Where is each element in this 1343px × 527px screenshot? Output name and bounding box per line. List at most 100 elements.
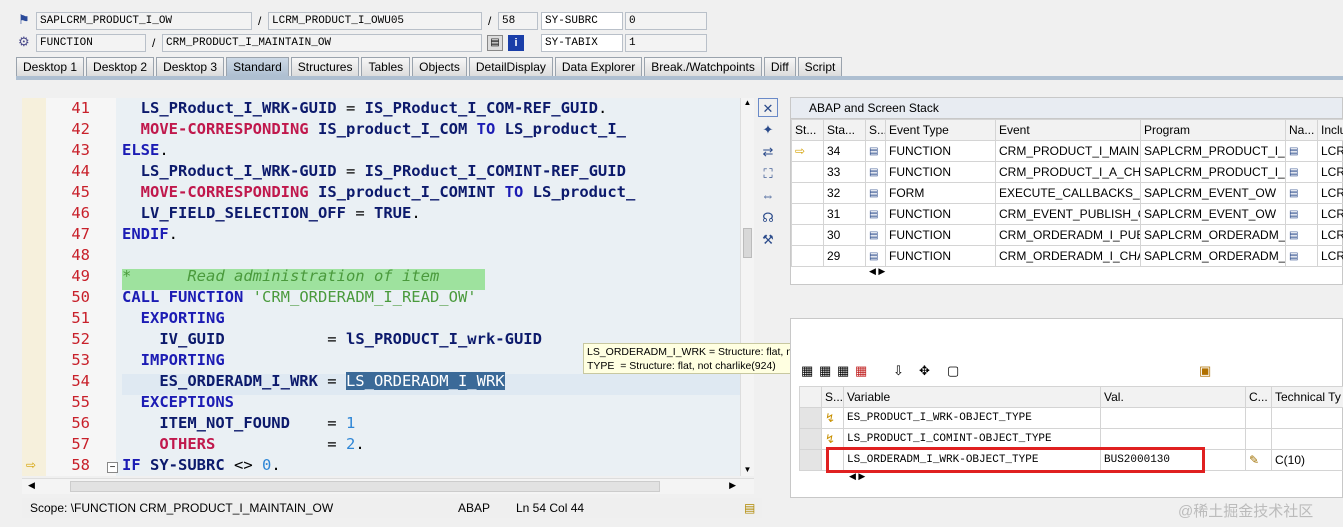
toolbar-icon[interactable]: ▦ [801, 363, 813, 379]
tab-standard[interactable]: Standard [226, 57, 289, 76]
tab-objects[interactable]: Objects [412, 57, 467, 76]
toolbar-icon[interactable]: ▦ [855, 363, 867, 379]
scroll-down-icon[interactable]: ▼ [741, 465, 754, 474]
code-text: ELSE. [122, 141, 169, 159]
event-type: FUNCTION [885, 161, 996, 183]
stack-column-header[interactable]: Event [995, 119, 1141, 141]
tab-diff[interactable]: Diff [763, 57, 796, 76]
selected-variable[interactable]: LS_ORDERADM_I_WRK [345, 372, 505, 390]
variable-row[interactable]: ↯ ES_PRODUCT_I_WRK-OBJECT_TYPE [799, 407, 1343, 429]
tab-break-watchpoints[interactable]: Break./Watchpoints [644, 57, 762, 76]
tab-structures[interactable]: Structures [290, 57, 360, 76]
navigate-icon[interactable]: ▤ [1285, 140, 1318, 162]
stack-row[interactable]: 31▤FUNCTIONCRM_EVENT_PUBLISH_O...SAPLCRM… [791, 203, 1343, 225]
tab-data-explorer[interactable]: Data Explorer [554, 57, 643, 76]
close-icon[interactable]: ✕ [758, 98, 778, 117]
stack-column-header[interactable]: Inclu [1317, 119, 1343, 141]
tab-desktop-1[interactable]: Desktop 1 [16, 57, 85, 76]
scroll-thumb[interactable] [743, 228, 752, 258]
stack-hscroll[interactable]: ◀ ▶ [869, 266, 979, 281]
toolbar-icon[interactable]: ✥ [919, 363, 930, 379]
variable-column-header[interactable]: Technical Ty [1271, 386, 1343, 408]
tab-detaildisplay[interactable]: DetailDisplay [468, 57, 553, 76]
stack-row[interactable]: ⇨ 34 ▤ FUNCTION CRM_PRODUCT_I_MAIN... SAPLCRM… [791, 140, 1343, 162]
variables-hscroll[interactable]: ◀ ▶ [849, 471, 979, 486]
scroll-right-icon[interactable]: ▶ [729, 480, 736, 491]
toolbar-icon[interactable]: ▢ [947, 363, 959, 379]
toolbar-icon[interactable]: ▦ [819, 363, 831, 379]
navigate-icon[interactable]: ▤ [1285, 245, 1318, 267]
collapse-icon[interactable]: − [107, 462, 118, 473]
code-text: ITEM_NOT_FOUND = 1 [159, 414, 356, 432]
stack-column-header[interactable]: S... [865, 119, 886, 141]
stack-column-header[interactable]: Sta... [823, 119, 866, 141]
navigate-icon[interactable]: ▤ [1285, 182, 1318, 204]
navigate-icon[interactable]: ▤ [1285, 203, 1318, 225]
event-name: EXECUTE_CALLBACKS_A... [995, 182, 1141, 204]
stack-table: St... Sta... S... Event Type Event Program Na.… [791, 119, 1343, 267]
stack-title: ABAP and Screen Stack [791, 98, 1342, 119]
line-field[interactable]: 58 [498, 12, 538, 30]
scroll-up-icon[interactable]: ▲ [741, 98, 754, 107]
stack-column-header[interactable]: Program [1140, 119, 1286, 141]
variable-column-header[interactable]: C... [1245, 386, 1272, 408]
event-name: CRM_EVENT_PUBLISH_O... [995, 203, 1141, 225]
tab-desktop-3[interactable]: Desktop 3 [156, 57, 225, 76]
variable-value[interactable] [1100, 407, 1246, 429]
row-selector[interactable] [799, 428, 822, 450]
source-icon[interactable]: ▤ [487, 35, 503, 51]
info-icon[interactable]: i [508, 35, 524, 51]
include-field[interactable]: LCRM_PRODUCT_I_OWU05 [268, 12, 482, 30]
stack-row[interactable]: 29 ▤ FUNCTION CRM_ORDERADM_I_CHA... SAPLCRM_… [791, 245, 1343, 267]
new-tool-icon[interactable]: ✦ [758, 120, 778, 139]
code-editor[interactable]: 41 LS_PRoduct_I_WRK-GUID = IS_PRoduct_I_… [22, 98, 740, 476]
stack-column-header[interactable]: Na... [1285, 119, 1318, 141]
stack-row[interactable]: 33 ▤ FUNCTION CRM_PRODUCT_I_A_CH... SAPLCRM_… [791, 161, 1343, 183]
save-icon[interactable]: ▣ [1199, 363, 1211, 379]
code-text: LV_FIELD_SELECTION_OFF = TRUE. [140, 204, 421, 222]
row-selector[interactable] [799, 449, 822, 471]
navigate-icon[interactable]: ▤ [1285, 161, 1318, 183]
stack-column-header[interactable]: St... [791, 119, 824, 141]
edit-icon[interactable] [1245, 407, 1272, 429]
variable-column-header[interactable]: Variable [843, 386, 1101, 408]
program-name: SAPLCRM_ORDERADM_I... [1140, 245, 1286, 267]
code-line: 44 LS_PRoduct_I_WRK-GUID = IS_PRoduct_I_… [22, 161, 740, 182]
tab-script[interactable]: Script [797, 57, 843, 76]
event-name-field[interactable]: CRM_PRODUCT_I_MAINTAIN_OW [162, 34, 482, 52]
tab-desktop-2[interactable]: Desktop 2 [86, 57, 155, 76]
toolbar-icon[interactable]: ▦ [837, 363, 849, 379]
stack-column-header[interactable]: Event Type [885, 119, 996, 141]
stack-row[interactable]: 32▤FORMEXECUTE_CALLBACKS_A...SAPLCRM_EVE… [791, 182, 1343, 204]
resize-icon[interactable]: ⇔ [758, 186, 778, 205]
code-line: 54 ES_ORDERADM_I_WRK = LS_ORDERADM_I_WRK [22, 371, 740, 392]
edit-icon[interactable]: ✎ [1245, 449, 1272, 471]
tool-settings-icon[interactable]: ⚒ [758, 230, 778, 249]
navigate-icon[interactable]: ▤ [1285, 224, 1318, 246]
event-type-field[interactable]: FUNCTION [36, 34, 146, 52]
variable-column-header[interactable]: Val. [1100, 386, 1246, 408]
code-line: 43 ELSE. [22, 140, 740, 161]
code-line: 57 OTHERS = 2. [22, 434, 740, 455]
row-selector[interactable] [799, 407, 822, 429]
sy-subrc-value[interactable]: 0 [625, 12, 707, 30]
scroll-thumb[interactable] [70, 481, 660, 492]
include-name: LCRM [1317, 245, 1343, 267]
variable-column-header[interactable]: S... [821, 386, 844, 408]
vertical-scrollbar[interactable]: ▲ ▼ [740, 98, 754, 476]
sy-tabix-value[interactable]: 1 [625, 34, 707, 52]
tab-tables[interactable]: Tables [361, 57, 411, 76]
swap-tool-icon[interactable]: ⇄ [758, 142, 778, 161]
program-field[interactable]: SAPLCRM_PRODUCT_I_OW [36, 12, 252, 30]
variable-column-header[interactable] [799, 386, 822, 408]
edit-icon[interactable] [1245, 428, 1272, 450]
stack-row[interactable]: 30 ▤ FUNCTION CRM_ORDERADM_I_PUB... SAPLCRM_… [791, 224, 1343, 246]
variable-name[interactable]: ES_PRODUCT_I_WRK-OBJECT_TYPE [843, 407, 1101, 429]
horizontal-scrollbar[interactable]: ◀ ▶ [22, 478, 754, 494]
notes-icon[interactable]: ▤ [744, 498, 755, 518]
code-text: ENDIF. [122, 225, 179, 243]
headset-icon[interactable]: ☊ [758, 208, 778, 227]
scroll-left-icon[interactable]: ◀ [28, 480, 35, 491]
fullscreen-icon[interactable]: ⛶ [758, 164, 778, 183]
toolbar-icon[interactable]: ⇩ [893, 363, 904, 379]
